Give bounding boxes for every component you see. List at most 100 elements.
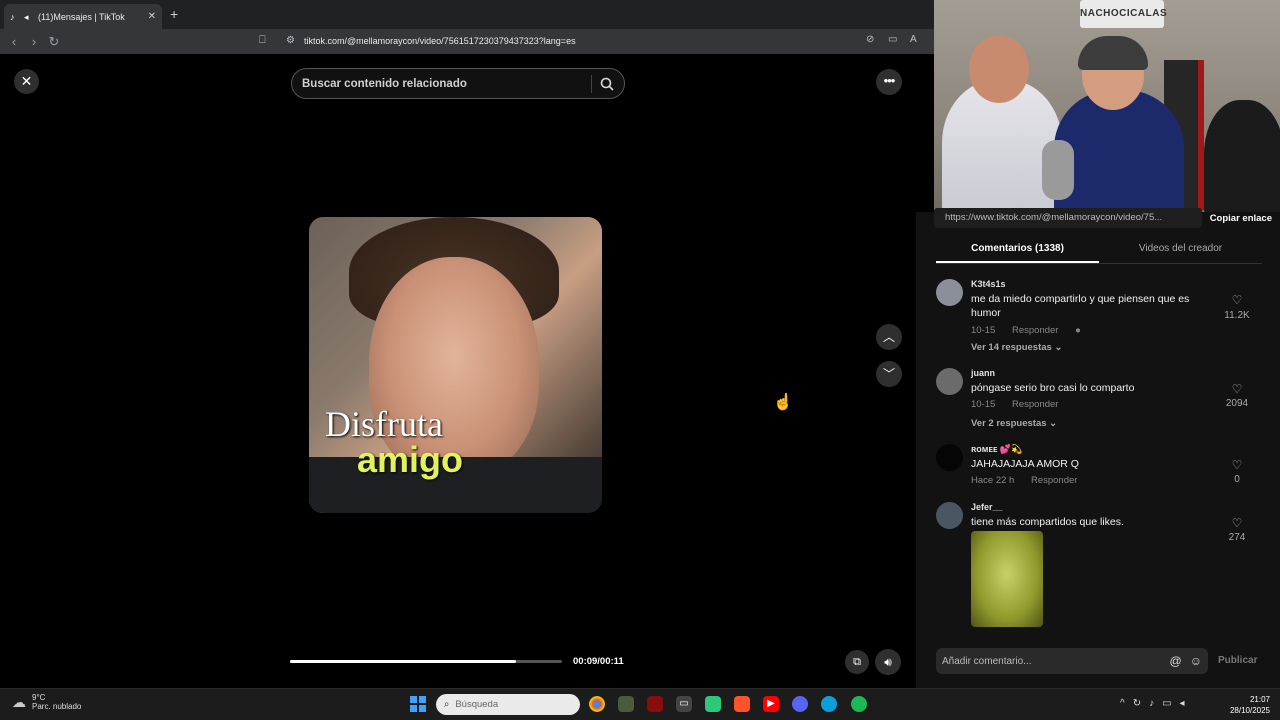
share-link-url[interactable]: https://www.tiktok.com/@mellamoraycon/vi… — [934, 208, 1202, 228]
start-icon[interactable] — [410, 696, 426, 712]
heart-icon[interactable]: ♡ — [1222, 516, 1252, 530]
heart-icon[interactable]: ♡ — [1222, 382, 1252, 396]
app-green-icon[interactable] — [705, 696, 721, 712]
creator-like-icon: ● — [1075, 325, 1081, 336]
comment-item: K3t4s1s me da miedo compartirlo y que pi… — [936, 279, 1262, 359]
search-icon[interactable] — [600, 77, 614, 91]
cloud-icon: ☁ — [12, 693, 26, 710]
browser-tab[interactable]: ♪ ◂ (11)Mensajes | TikTok ✕ — [4, 4, 162, 29]
cast-icon[interactable]: ▭ — [888, 34, 897, 45]
comment-username[interactable]: juann — [971, 368, 995, 378]
more-options-button[interactable]: ••• — [876, 69, 902, 95]
taskbar-clock[interactable]: 21:07 28/10/2025 — [1220, 694, 1270, 716]
like-count: 0 — [1234, 474, 1240, 485]
comment-username[interactable]: Jefer__ — [971, 502, 1003, 512]
tab-comments[interactable]: Comentarios (1338) — [936, 238, 1099, 263]
app-icon[interactable] — [647, 696, 663, 712]
next-video-button[interactable]: ﹀ — [876, 361, 902, 387]
search-placeholder: Buscar contenido relacionado — [302, 77, 467, 90]
view-replies-button[interactable]: Ver 2 respuestas ⌄ — [971, 418, 1057, 429]
network-icon[interactable]: ▭ — [1162, 698, 1171, 709]
comment-date: Hace 22 h — [971, 475, 1015, 486]
edge-icon[interactable] — [821, 696, 837, 712]
like-count: 274 — [1228, 532, 1246, 543]
video-caption-line2: amigo — [357, 439, 464, 480]
url-text[interactable]: tiktok.com/@mellamoraycon/video/75615172… — [304, 36, 576, 46]
comment-date: 10-15 — [971, 399, 996, 410]
chevron-up-icon[interactable]: ^ — [1120, 698, 1125, 709]
site-info-icon[interactable]: ⚙ — [286, 35, 295, 46]
streamer-left-head — [969, 35, 1029, 103]
windows-taskbar — [0, 688, 1280, 720]
translate-icon[interactable]: A — [910, 34, 917, 45]
comment-meta: 10-15 Responder — [971, 399, 1072, 410]
avatar[interactable] — [936, 444, 963, 471]
publish-button[interactable]: Publicar — [1218, 655, 1257, 666]
spotify-icon[interactable] — [851, 696, 867, 712]
brave-icon[interactable] — [734, 696, 750, 712]
reply-button[interactable]: Responder — [1031, 475, 1077, 486]
heart-icon[interactable]: ♡ — [1222, 458, 1252, 472]
microphone-icon[interactable]: ♪ — [1149, 698, 1154, 709]
microphone — [1042, 140, 1074, 200]
comment-meta: 10-15 Responder ● — [971, 325, 1095, 336]
wall-sign: NACHOCICALAS — [1080, 0, 1167, 28]
speaker-icon: ◂ — [24, 11, 29, 22]
weather-desc: Parc. nublado — [32, 702, 82, 711]
sync-icon[interactable]: ↻ — [1133, 698, 1141, 709]
chrome-icon[interactable] — [589, 696, 605, 712]
panel-tabs: Comentarios (1338) Videos del creador — [936, 238, 1262, 264]
youtube-icon[interactable]: ▶ — [763, 696, 779, 712]
avatar[interactable] — [936, 502, 963, 529]
related-search-input[interactable]: Buscar contenido relacionado — [291, 68, 625, 99]
taskbar-search-placeholder: Búsqueda — [455, 699, 499, 710]
video-progress-bar[interactable] — [290, 660, 562, 663]
tab-creator-videos[interactable]: Videos del creador — [1099, 238, 1262, 263]
heart-icon[interactable]: ♡ — [1222, 293, 1252, 307]
close-video-button[interactable]: ✕ — [14, 69, 39, 94]
mention-icon[interactable]: @ — [1170, 654, 1182, 668]
comment-date: 10-15 — [971, 325, 996, 336]
reload-icon[interactable]: ↻ — [44, 34, 64, 50]
picture-in-picture-icon[interactable]: ⧉ — [845, 650, 869, 674]
copy-link-button[interactable]: Copiar enlace — [1202, 213, 1280, 224]
bookmark-icon[interactable]: ⎕ — [259, 34, 266, 47]
file-explorer-icon[interactable]: ▭ — [676, 696, 692, 712]
volume-icon[interactable]: 🔊︎ — [875, 649, 901, 675]
clock-time: 21:07 — [1249, 695, 1270, 704]
comment-username[interactable]: K3t4s1s — [971, 279, 1006, 289]
reply-button[interactable]: Responder — [1012, 399, 1058, 410]
comment-username[interactable]: ʀᴏᴍᴇᴇ 💕💫 — [971, 444, 1022, 455]
avatar[interactable] — [936, 279, 963, 306]
avatar[interactable] — [936, 368, 963, 395]
add-comment-input[interactable]: Añadir comentario... @ ☺ — [936, 648, 1208, 674]
volume-icon[interactable]: ◂ — [1180, 698, 1185, 709]
eye-off-icon[interactable]: ⊘ — [866, 34, 874, 45]
system-tray: ^ ↻ ♪ ▭ ◂ — [1120, 698, 1193, 709]
new-tab-button[interactable]: + — [170, 6, 178, 22]
tab-title: (11)Mensajes | TikTok — [38, 11, 125, 22]
video-progress-fill — [290, 660, 516, 663]
weather-temp: 9°C — [32, 693, 46, 702]
video-player[interactable]: Disfruta amigo — [309, 217, 602, 513]
comment-text: tiene más compartidos que likes. — [971, 516, 1124, 528]
weather-widget[interactable]: ☁ 9°C Parc. nublado — [12, 693, 81, 711]
back-icon[interactable]: ‹ — [4, 34, 24, 49]
webcam-overlay: NACHOCICALAS — [934, 0, 1280, 212]
share-link-row: https://www.tiktok.com/@mellamoraycon/vi… — [934, 208, 1280, 228]
helmet — [1078, 36, 1148, 70]
minecraft-icon[interactable] — [618, 696, 634, 712]
comment-gif-image[interactable] — [971, 531, 1043, 627]
clock-date: 28/10/2025 — [1229, 706, 1270, 715]
discord-icon[interactable] — [792, 696, 808, 712]
search-divider — [591, 74, 592, 93]
forward-icon[interactable]: › — [24, 34, 44, 49]
comment-meta: Hace 22 h Responder — [971, 475, 1091, 486]
close-tab-icon[interactable]: ✕ — [148, 11, 156, 22]
emoji-icon[interactable]: ☺ — [1190, 654, 1202, 668]
view-replies-button[interactable]: Ver 14 respuestas ⌄ — [971, 342, 1062, 353]
previous-video-button[interactable]: ︿ — [876, 324, 902, 350]
comment-item: ʀᴏᴍᴇᴇ 💕💫 JAHAJAJAJA AMOR Q Hace 22 h Res… — [936, 444, 1262, 494]
reply-button[interactable]: Responder — [1012, 325, 1058, 336]
taskbar-search[interactable]: ⌕ Búsqueda — [436, 694, 580, 715]
